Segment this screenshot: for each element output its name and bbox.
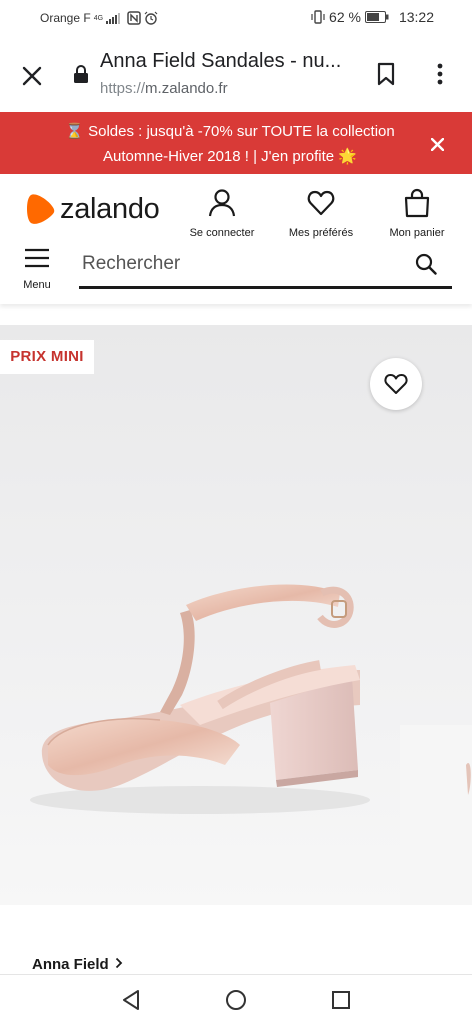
promo-banner[interactable]: ⌛ Soldes : jusqu'à -70% sur TOUTE la col… — [0, 112, 472, 174]
promo-line-1: Soldes : jusqu'à -70% sur TOUTE la colle… — [88, 123, 395, 140]
prix-mini-badge: PRIX MINI — [0, 340, 94, 374]
clock: 13:22 — [398, 9, 434, 25]
bookmark-button[interactable] — [372, 60, 400, 88]
shopping-bag-icon — [404, 188, 430, 218]
hourglass-icon: ⌛ — [65, 123, 84, 140]
more-vert-icon — [437, 63, 443, 85]
battery-icon — [364, 11, 389, 23]
home-circle-icon — [226, 990, 246, 1010]
brand-name: Anna Field — [32, 956, 109, 973]
bookmark-icon — [377, 62, 395, 86]
nfc-icon — [127, 11, 141, 25]
recents-square-icon — [332, 991, 350, 1009]
lock-icon — [72, 63, 90, 85]
url-protocol: https:// — [100, 80, 146, 97]
heart-icon — [384, 374, 408, 394]
hamburger-icon — [25, 248, 49, 268]
star-icon: 🌟 — [338, 148, 357, 165]
system-navigation-bar — [0, 974, 472, 1025]
browser-toolbar: Anna Field Sandales - nu... https://m.za… — [0, 36, 472, 112]
close-icon — [430, 137, 444, 151]
close-tab-button[interactable] — [18, 62, 46, 90]
wishlist-nav-button[interactable]: Mes préférés — [276, 188, 366, 239]
back-triangle-icon — [123, 990, 139, 1010]
heart-icon — [307, 190, 335, 216]
cart-label: Mon panier — [389, 227, 445, 239]
site-header: zalando Se connecter Mes préférés Mon pa… — [0, 176, 472, 304]
vibrate-icon — [311, 10, 325, 24]
search-bar — [79, 246, 452, 289]
user-icon — [208, 189, 236, 217]
status-bar: Orange F 4G 62 % 13:22 — [0, 0, 472, 36]
close-icon — [22, 66, 42, 86]
promo-line-2[interactable]: Automne-Hiver 2018 ! | J'en profite — [103, 148, 334, 165]
login-label: Se connecter — [189, 227, 255, 239]
zalando-logo[interactable]: zalando — [24, 192, 160, 226]
brand-link[interactable]: Anna Field — [32, 956, 123, 973]
search-icon — [415, 253, 437, 275]
add-to-wishlist-button[interactable] — [370, 358, 422, 410]
wishlist-label: Mes préférés — [288, 227, 354, 239]
login-button[interactable]: Se connecter — [177, 188, 267, 239]
menu-button[interactable]: Menu — [14, 248, 60, 291]
battery-percent: 62 % — [329, 9, 361, 25]
logo-text: zalando — [60, 192, 160, 225]
alarm-icon — [144, 11, 158, 25]
network-label: 4G — [93, 14, 104, 22]
cart-button[interactable]: Mon panier — [372, 188, 462, 239]
page-title[interactable]: Anna Field Sandales - nu... — [100, 50, 341, 73]
zalando-logo-icon — [27, 194, 55, 224]
search-input[interactable] — [80, 252, 384, 276]
menu-label: Menu — [23, 279, 51, 291]
more-options-button[interactable] — [428, 60, 452, 88]
close-promo-button[interactable] — [426, 133, 448, 155]
recents-button[interactable] — [328, 987, 354, 1013]
carrier-label: Orange F — [40, 11, 91, 25]
url-text[interactable]: https://m.zalando.fr — [100, 80, 228, 97]
product-photo — [0, 325, 472, 905]
home-button[interactable] — [223, 987, 249, 1013]
signal-icon — [106, 12, 121, 24]
product-image-carousel[interactable]: PRIX MINI — [0, 325, 472, 905]
chevron-right-icon — [115, 957, 123, 969]
search-button[interactable] — [414, 252, 438, 276]
back-button[interactable] — [118, 987, 144, 1013]
url-host: m.zalando.fr — [145, 80, 228, 97]
